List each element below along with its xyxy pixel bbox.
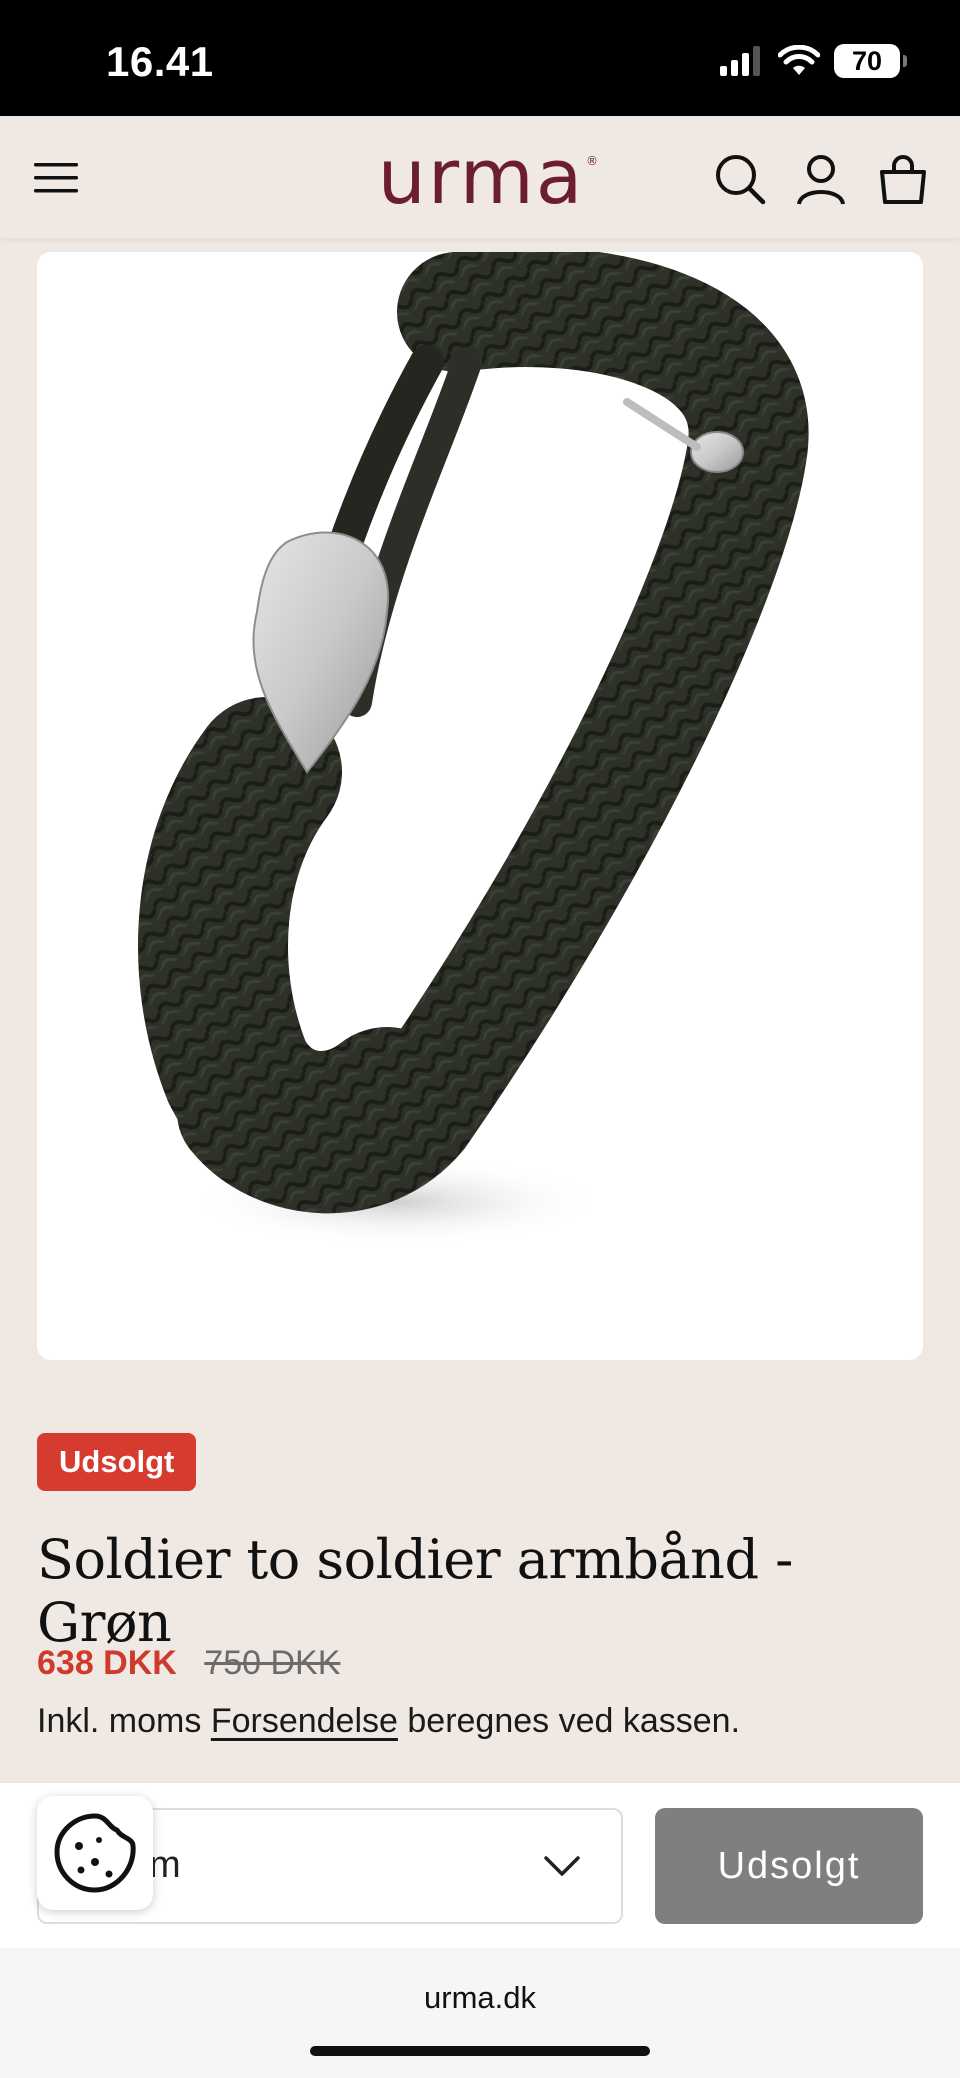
original-price: 750 DKK <box>204 1644 341 1682</box>
status-time: 16.41 <box>106 38 214 85</box>
status-icons: 70 <box>720 44 907 78</box>
browser-address-bar: urma.dk <box>0 1948 960 2078</box>
sold-out-button[interactable]: Udsolgt <box>655 1808 923 1924</box>
price-block: 638 DKK 750 DKK <box>37 1644 340 1683</box>
menu-icon[interactable] <box>34 158 80 198</box>
shipping-link[interactable]: Forsendelse <box>211 1702 398 1740</box>
battery-indicator: 70 <box>834 44 907 78</box>
product-image[interactable] <box>37 252 923 1360</box>
chevron-down-icon <box>544 1856 580 1876</box>
signal-icon <box>720 46 760 76</box>
size-select-value: m <box>149 1844 181 1886</box>
search-icon[interactable] <box>713 152 767 206</box>
registered-mark: ® <box>586 154 600 168</box>
tax-note: Inkl. moms Forsendelse beregnes ved kass… <box>37 1702 740 1741</box>
cookie-icon <box>54 1813 136 1893</box>
wifi-icon <box>778 45 820 75</box>
status-bar: 16.41 70 <box>0 0 960 116</box>
account-icon[interactable] <box>794 152 848 206</box>
home-indicator <box>310 2046 650 2056</box>
site-header: urma ® <box>0 116 960 238</box>
site-logo[interactable]: urma ® <box>356 132 606 221</box>
tax-suffix: beregnes ved kassen. <box>407 1702 741 1740</box>
bracelet-illustration <box>138 252 809 1247</box>
product-title: Soldier to soldier armbånd - Grøn <box>37 1528 793 1654</box>
cart-icon[interactable] <box>876 152 930 206</box>
sold-out-badge: Udsolgt <box>37 1433 197 1491</box>
cookie-settings-button[interactable] <box>37 1796 153 1910</box>
sale-price: 638 DKK <box>37 1644 177 1682</box>
tax-prefix: Inkl. moms <box>37 1702 202 1740</box>
browser-url[interactable]: urma.dk <box>0 1980 960 2016</box>
